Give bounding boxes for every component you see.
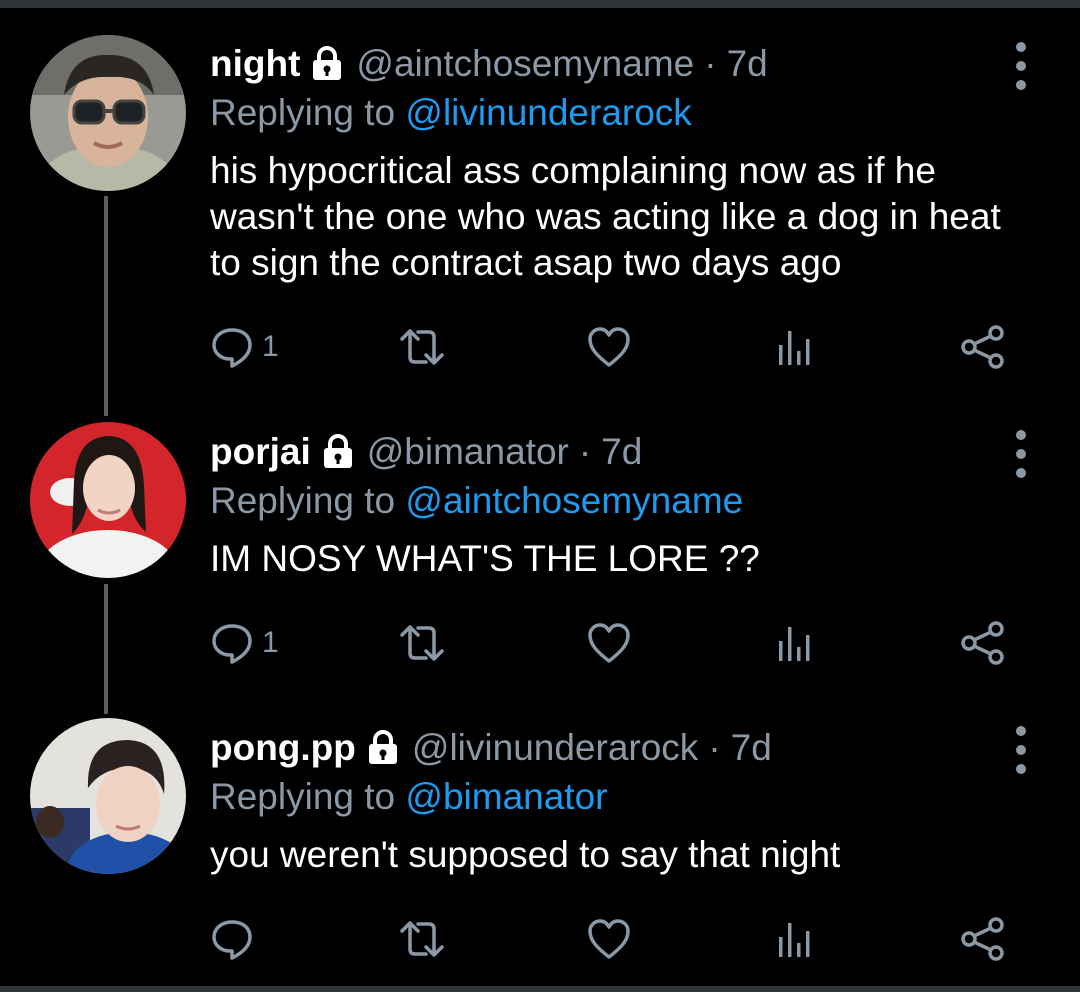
replying-to: Replying to @livinunderarock xyxy=(210,88,1040,138)
vertical-dots-icon xyxy=(1016,726,1026,736)
views-button[interactable] xyxy=(776,914,816,964)
retweet-button[interactable] xyxy=(396,618,448,668)
heart-icon xyxy=(588,919,630,959)
bottom-divider xyxy=(0,986,1080,992)
retweet-button[interactable] xyxy=(396,914,448,964)
share-icon xyxy=(961,917,1004,961)
more-options-button[interactable] xyxy=(1006,726,1036,774)
reply-button[interactable]: 1 xyxy=(210,618,279,668)
heart-icon xyxy=(588,327,630,367)
timestamp[interactable]: 7d xyxy=(601,431,642,473)
lock-icon xyxy=(366,730,400,766)
comment-bubble-icon xyxy=(212,920,252,960)
timestamp[interactable]: 7d xyxy=(727,43,768,85)
retweet-icon xyxy=(400,625,444,661)
retweet-button[interactable] xyxy=(396,322,448,372)
reply-count: 1 xyxy=(262,626,279,659)
tweet-text: his hypocritical ass complaining now as … xyxy=(210,150,1001,283)
reply-button[interactable] xyxy=(210,914,262,964)
share-button[interactable] xyxy=(960,914,1006,964)
heart-icon xyxy=(588,623,630,663)
lock-icon xyxy=(321,434,355,470)
tweet-text: IM NOSY WHAT'S THE LORE ?? xyxy=(210,538,760,579)
vertical-dots-icon xyxy=(1016,430,1026,440)
mention-link[interactable]: @bimanator xyxy=(405,776,607,817)
like-button[interactable] xyxy=(586,914,632,964)
timestamp[interactable]: 7d xyxy=(731,727,772,769)
like-button[interactable] xyxy=(586,322,632,372)
share-button[interactable] xyxy=(960,618,1006,668)
reply-button[interactable]: 1 xyxy=(210,322,279,372)
replying-to-label: Replying to xyxy=(210,92,396,133)
replying-to-label: Replying to xyxy=(210,480,396,521)
like-button[interactable] xyxy=(586,618,632,668)
views-button[interactable] xyxy=(776,322,816,372)
separator-dot: · xyxy=(578,431,592,472)
comment-bubble-icon xyxy=(212,624,252,664)
user-handle[interactable]: @aintchosemyname xyxy=(356,43,694,85)
lock-icon xyxy=(310,46,344,82)
more-options-button[interactable] xyxy=(1006,42,1036,90)
views-button[interactable] xyxy=(776,618,816,668)
avatar[interactable] xyxy=(30,422,186,578)
user-handle[interactable]: @bimanator xyxy=(367,431,569,473)
user-handle[interactable]: @livinunderarock xyxy=(412,727,698,769)
display-name[interactable]: pong.pp xyxy=(210,727,356,769)
more-options-button[interactable] xyxy=(1006,430,1036,478)
reply-count: 1 xyxy=(262,330,279,363)
avatar[interactable] xyxy=(30,35,186,191)
bar-chart-icon xyxy=(779,331,810,365)
share-icon xyxy=(961,325,1004,369)
thread-connector xyxy=(104,196,108,416)
replying-to: Replying to @bimanator xyxy=(210,772,1040,822)
top-divider xyxy=(0,0,1080,8)
bar-chart-icon xyxy=(779,923,810,957)
separator-dot: · xyxy=(704,43,717,84)
vertical-dots-icon xyxy=(1016,42,1026,52)
tweet-text: you weren't supposed to say that night xyxy=(210,834,841,875)
replying-to-label: Replying to xyxy=(210,776,396,817)
avatar[interactable] xyxy=(30,718,186,874)
retweet-icon xyxy=(400,921,444,957)
mention-link[interactable]: @aintchosemyname xyxy=(405,480,743,521)
replying-to: Replying to @aintchosemyname xyxy=(210,476,1040,526)
thread-connector xyxy=(104,584,108,714)
mention-link[interactable]: @livinunderarock xyxy=(405,92,691,133)
comment-bubble-icon xyxy=(212,328,252,368)
display-name[interactable]: porjai xyxy=(210,431,311,473)
retweet-icon xyxy=(400,329,444,365)
share-icon xyxy=(961,621,1004,665)
separator-dot: · xyxy=(708,727,721,768)
display-name[interactable]: night xyxy=(210,43,300,85)
bar-chart-icon xyxy=(779,627,810,661)
share-button[interactable] xyxy=(960,322,1006,372)
